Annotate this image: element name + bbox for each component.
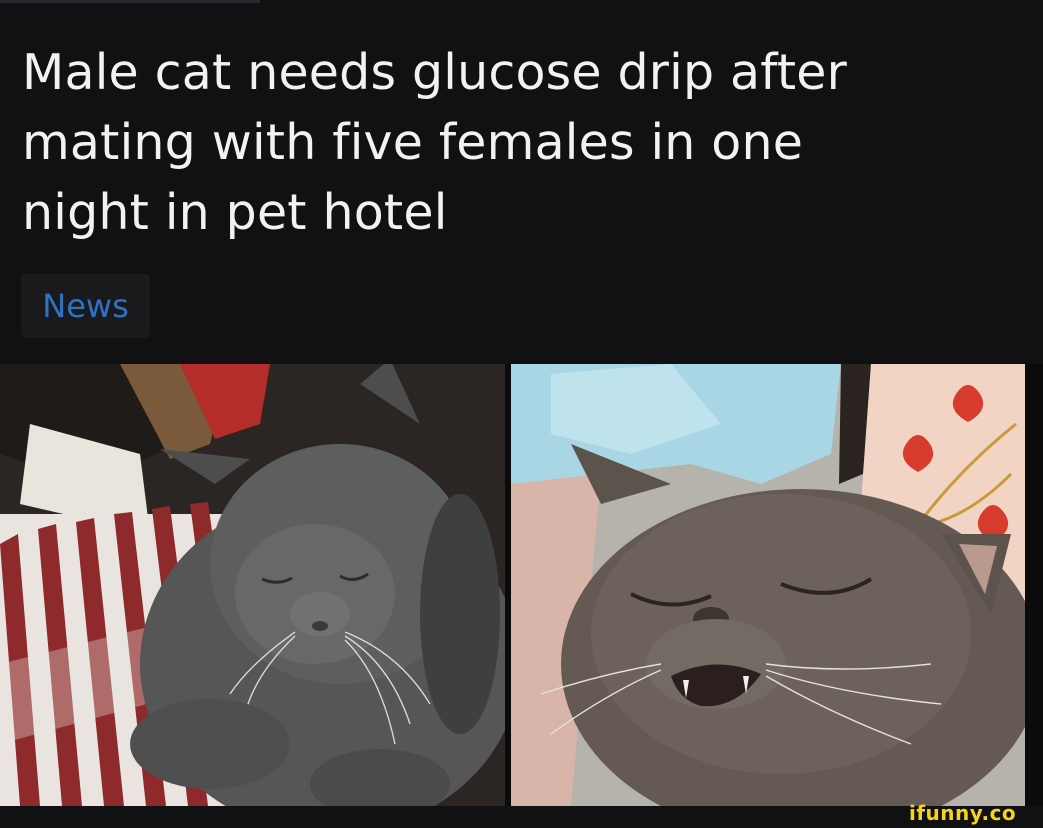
photo-cat-sleeping[interactable] xyxy=(0,364,505,806)
top-divider xyxy=(0,0,260,3)
article-headline[interactable]: Male cat needs glucose drip after mating… xyxy=(22,38,1012,248)
photo-cat-face[interactable] xyxy=(511,364,1025,806)
svg-text:ifunny.co: ifunny.co xyxy=(909,801,1016,825)
photo-strip xyxy=(0,364,1043,806)
headline-line-1: Male cat needs glucose drip after xyxy=(22,44,847,101)
news-tag-label: News xyxy=(42,287,129,325)
cat-face-image xyxy=(511,364,1025,806)
headline-line-3: night in pet hotel xyxy=(22,184,448,241)
ifunny-watermark-logo: ifunny.co xyxy=(909,801,1016,825)
news-category-tag[interactable]: News xyxy=(21,274,150,338)
headline-line-2: mating with five females in one xyxy=(22,114,804,171)
cat-sleeping-image xyxy=(0,364,505,806)
